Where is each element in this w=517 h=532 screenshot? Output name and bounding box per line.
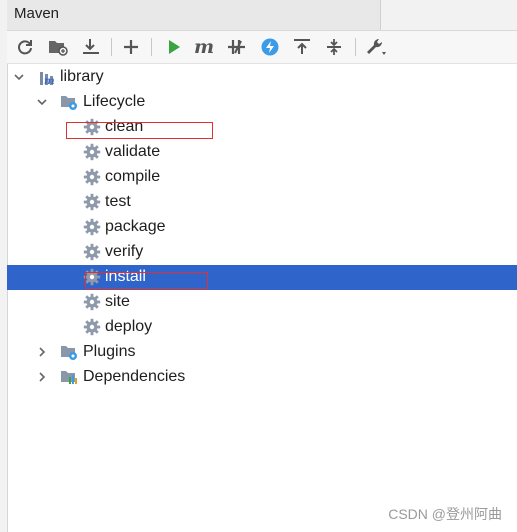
- add-folder-icon[interactable]: [47, 36, 69, 58]
- tool-window-header: Maven: [7, 0, 517, 31]
- tree-node-lifecycle[interactable]: Lifecycle: [7, 90, 517, 115]
- goal-label: package: [105, 218, 166, 235]
- chevron-down-icon[interactable]: [35, 95, 49, 109]
- lifecycle-goal-verify[interactable]: verify: [7, 240, 517, 265]
- dependencies-folder-icon: [61, 371, 77, 384]
- watermark-text: CSDN @登州阿曲: [388, 506, 502, 522]
- tree-node-dependencies[interactable]: Dependencies: [7, 365, 517, 390]
- run-icon[interactable]: [163, 36, 185, 58]
- tree-label-lifecycle: Lifecycle: [83, 93, 146, 110]
- goal-label: deploy: [105, 318, 153, 335]
- panel-title: Maven: [14, 5, 60, 22]
- collapse-all-icon[interactable]: [291, 36, 313, 58]
- gear-icon: [83, 168, 101, 186]
- maven-tab[interactable]: Maven: [7, 0, 381, 30]
- plus-icon[interactable]: [120, 36, 142, 58]
- gear-icon: [83, 293, 101, 311]
- gear-icon: [83, 318, 101, 336]
- lifecycle-goal-deploy[interactable]: deploy: [7, 315, 517, 340]
- lifecycle-folder-icon: [61, 96, 77, 110]
- toolbar-separator: [355, 38, 356, 56]
- maven-toolbar: m: [7, 31, 517, 64]
- lifecycle-goal-compile[interactable]: compile: [7, 165, 517, 190]
- goal-label: compile: [105, 168, 161, 185]
- goal-label: verify: [105, 243, 144, 260]
- skip-tests-icon[interactable]: [226, 36, 248, 58]
- reload-icon[interactable]: [14, 36, 36, 58]
- gear-icon: [83, 193, 101, 211]
- svg-text:m: m: [44, 76, 55, 86]
- tree-label-library: library: [60, 68, 104, 85]
- maven-project-tree: m library Lifecycle clean validate compi…: [7, 64, 517, 414]
- chevron-right-icon[interactable]: [35, 370, 49, 384]
- tree-label-plugins: Plugins: [83, 343, 136, 360]
- plugins-folder-icon: [61, 346, 77, 360]
- lifecycle-goal-site[interactable]: site: [7, 290, 517, 315]
- lifecycle-goal-install[interactable]: install: [7, 265, 517, 290]
- download-icon[interactable]: [80, 36, 102, 58]
- maven-module-icon: m: [40, 72, 55, 86]
- expand-all-icon[interactable]: [323, 36, 345, 58]
- gear-icon: [83, 243, 101, 261]
- goal-label: test: [105, 193, 131, 210]
- annotation-box-install: [85, 272, 208, 289]
- tree-node-library[interactable]: m library: [7, 65, 517, 90]
- chevron-right-icon[interactable]: [35, 345, 49, 359]
- toolbar-separator: [111, 38, 112, 56]
- lifecycle-goal-test[interactable]: test: [7, 190, 517, 215]
- lifecycle-goal-package[interactable]: package: [7, 215, 517, 240]
- gear-icon: [83, 143, 101, 161]
- lifecycle-goal-validate[interactable]: validate: [7, 140, 517, 165]
- chevron-down-icon[interactable]: [12, 70, 26, 84]
- toolbar-separator: [151, 38, 152, 56]
- goal-label: validate: [105, 143, 161, 160]
- wrench-icon[interactable]: [365, 36, 387, 58]
- maven-m-icon[interactable]: m: [193, 36, 215, 58]
- annotation-box-clean: [66, 122, 213, 139]
- goal-label: site: [105, 293, 130, 310]
- tree-node-plugins[interactable]: Plugins: [7, 340, 517, 365]
- lightning-icon[interactable]: [259, 36, 281, 58]
- gear-icon: [83, 218, 101, 236]
- tree-label-dependencies: Dependencies: [83, 368, 186, 385]
